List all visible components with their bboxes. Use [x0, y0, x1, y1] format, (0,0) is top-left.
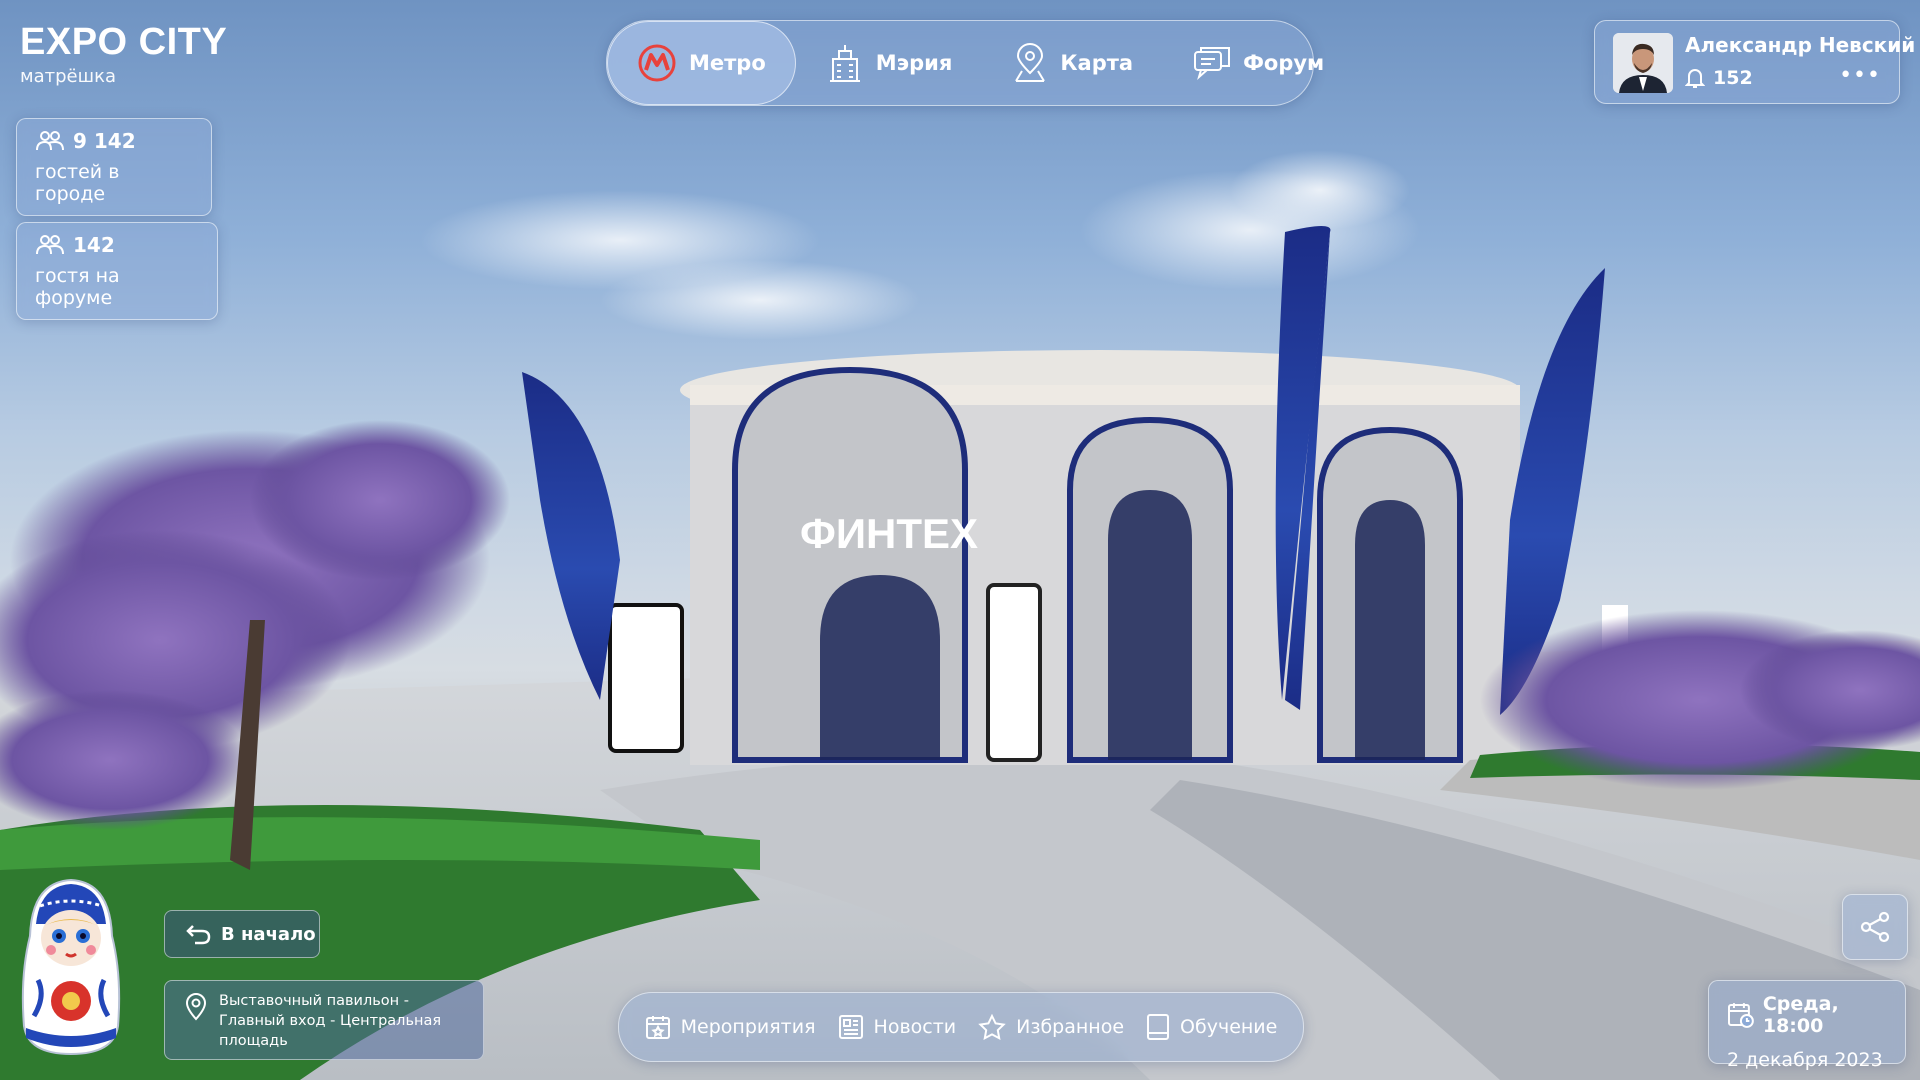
- app-title: EXPO CITY: [20, 21, 228, 63]
- guests-in-city-label: гостей в городе: [35, 161, 120, 205]
- map-pin-icon: [1015, 43, 1046, 82]
- metro-icon: [638, 44, 676, 82]
- guests-at-forum-label: гостя на форуме: [35, 265, 120, 309]
- guests-at-forum-card: 142 гостя на форуме: [16, 222, 218, 320]
- building-sign: ФИНТЕХ: [800, 510, 978, 557]
- nav-item-city-hall[interactable]: Мэрия: [796, 21, 983, 105]
- location-text: Выставочный павильон - Главный вход - Це…: [219, 993, 442, 1049]
- nav-label: Мэрия: [875, 51, 953, 75]
- news-icon: [838, 1015, 863, 1039]
- user-panel[interactable]: Александр Невский 152 •••: [1594, 20, 1915, 104]
- nav-label: Метро: [689, 51, 766, 75]
- brand: EXPO CITY матрёшка: [20, 20, 227, 87]
- bottom-nav: Мероприятия Новости Избранное Обучение: [618, 992, 1304, 1062]
- nav-item-forum[interactable]: Форум: [1163, 21, 1354, 105]
- city-hall-icon: [829, 45, 860, 82]
- chat-icon: [1194, 47, 1231, 80]
- notifications[interactable]: 152: [1685, 67, 1753, 89]
- calendar-icon: [645, 1016, 670, 1039]
- location-pin-icon: [185, 993, 207, 1021]
- guests-at-forum-count: 142: [73, 233, 115, 257]
- main-nav: Метро Мэрия Карта Форум: [606, 20, 1324, 106]
- book-icon: [1147, 1014, 1170, 1040]
- back-to-start-button[interactable]: В начало: [164, 910, 320, 958]
- bottom-nav-events[interactable]: Мероприятия: [645, 1014, 816, 1040]
- back-arrow-icon: [186, 925, 211, 945]
- date: 2 декабря 2023: [1727, 1049, 1883, 1071]
- star-icon: [978, 1014, 1006, 1040]
- share-icon: [1860, 911, 1890, 943]
- guests-in-city-count: 9 142: [73, 129, 136, 153]
- app-subtitle: матрёшка: [20, 66, 116, 87]
- bottom-nav-news[interactable]: Новости: [838, 1014, 957, 1040]
- users-icon: [36, 131, 64, 151]
- datetime-panel: Среда, 18:00 2 декабря 2023: [1708, 980, 1906, 1071]
- avatar[interactable]: [1613, 33, 1673, 93]
- bottom-nav-favorites[interactable]: Избранное: [978, 1014, 1124, 1040]
- users-icon: [36, 235, 64, 255]
- bottom-nav-label: Избранное: [1016, 1016, 1125, 1038]
- notifications-count: 152: [1713, 67, 1753, 89]
- bottom-nav-learning[interactable]: Обучение: [1146, 1013, 1277, 1041]
- nav-label: Карта: [1060, 51, 1134, 75]
- bottom-nav-label: Обучение: [1180, 1016, 1278, 1038]
- more-icon[interactable]: •••: [1839, 65, 1881, 87]
- back-to-start-label: В начало: [221, 923, 316, 945]
- calendar-clock-icon: [1727, 1003, 1754, 1028]
- nav-item-map[interactable]: Карта: [982, 21, 1163, 105]
- guests-in-city-card: 9 142 гостей в городе: [16, 118, 212, 216]
- nav-label: Форум: [1243, 51, 1325, 75]
- day-time: Среда, 18:00: [1762, 993, 1839, 1037]
- user-name: Александр Невский: [1685, 33, 1916, 57]
- bottom-nav-label: Новости: [873, 1016, 957, 1038]
- current-location: Выставочный павильон - Главный вход - Це…: [164, 980, 484, 1060]
- share-button[interactable]: [1842, 894, 1908, 960]
- nav-item-metro[interactable]: Метро: [607, 21, 796, 105]
- bottom-nav-label: Мероприятия: [680, 1016, 816, 1038]
- matryoshka-mascot[interactable]: [16, 876, 126, 1056]
- bell-icon: [1685, 69, 1705, 88]
